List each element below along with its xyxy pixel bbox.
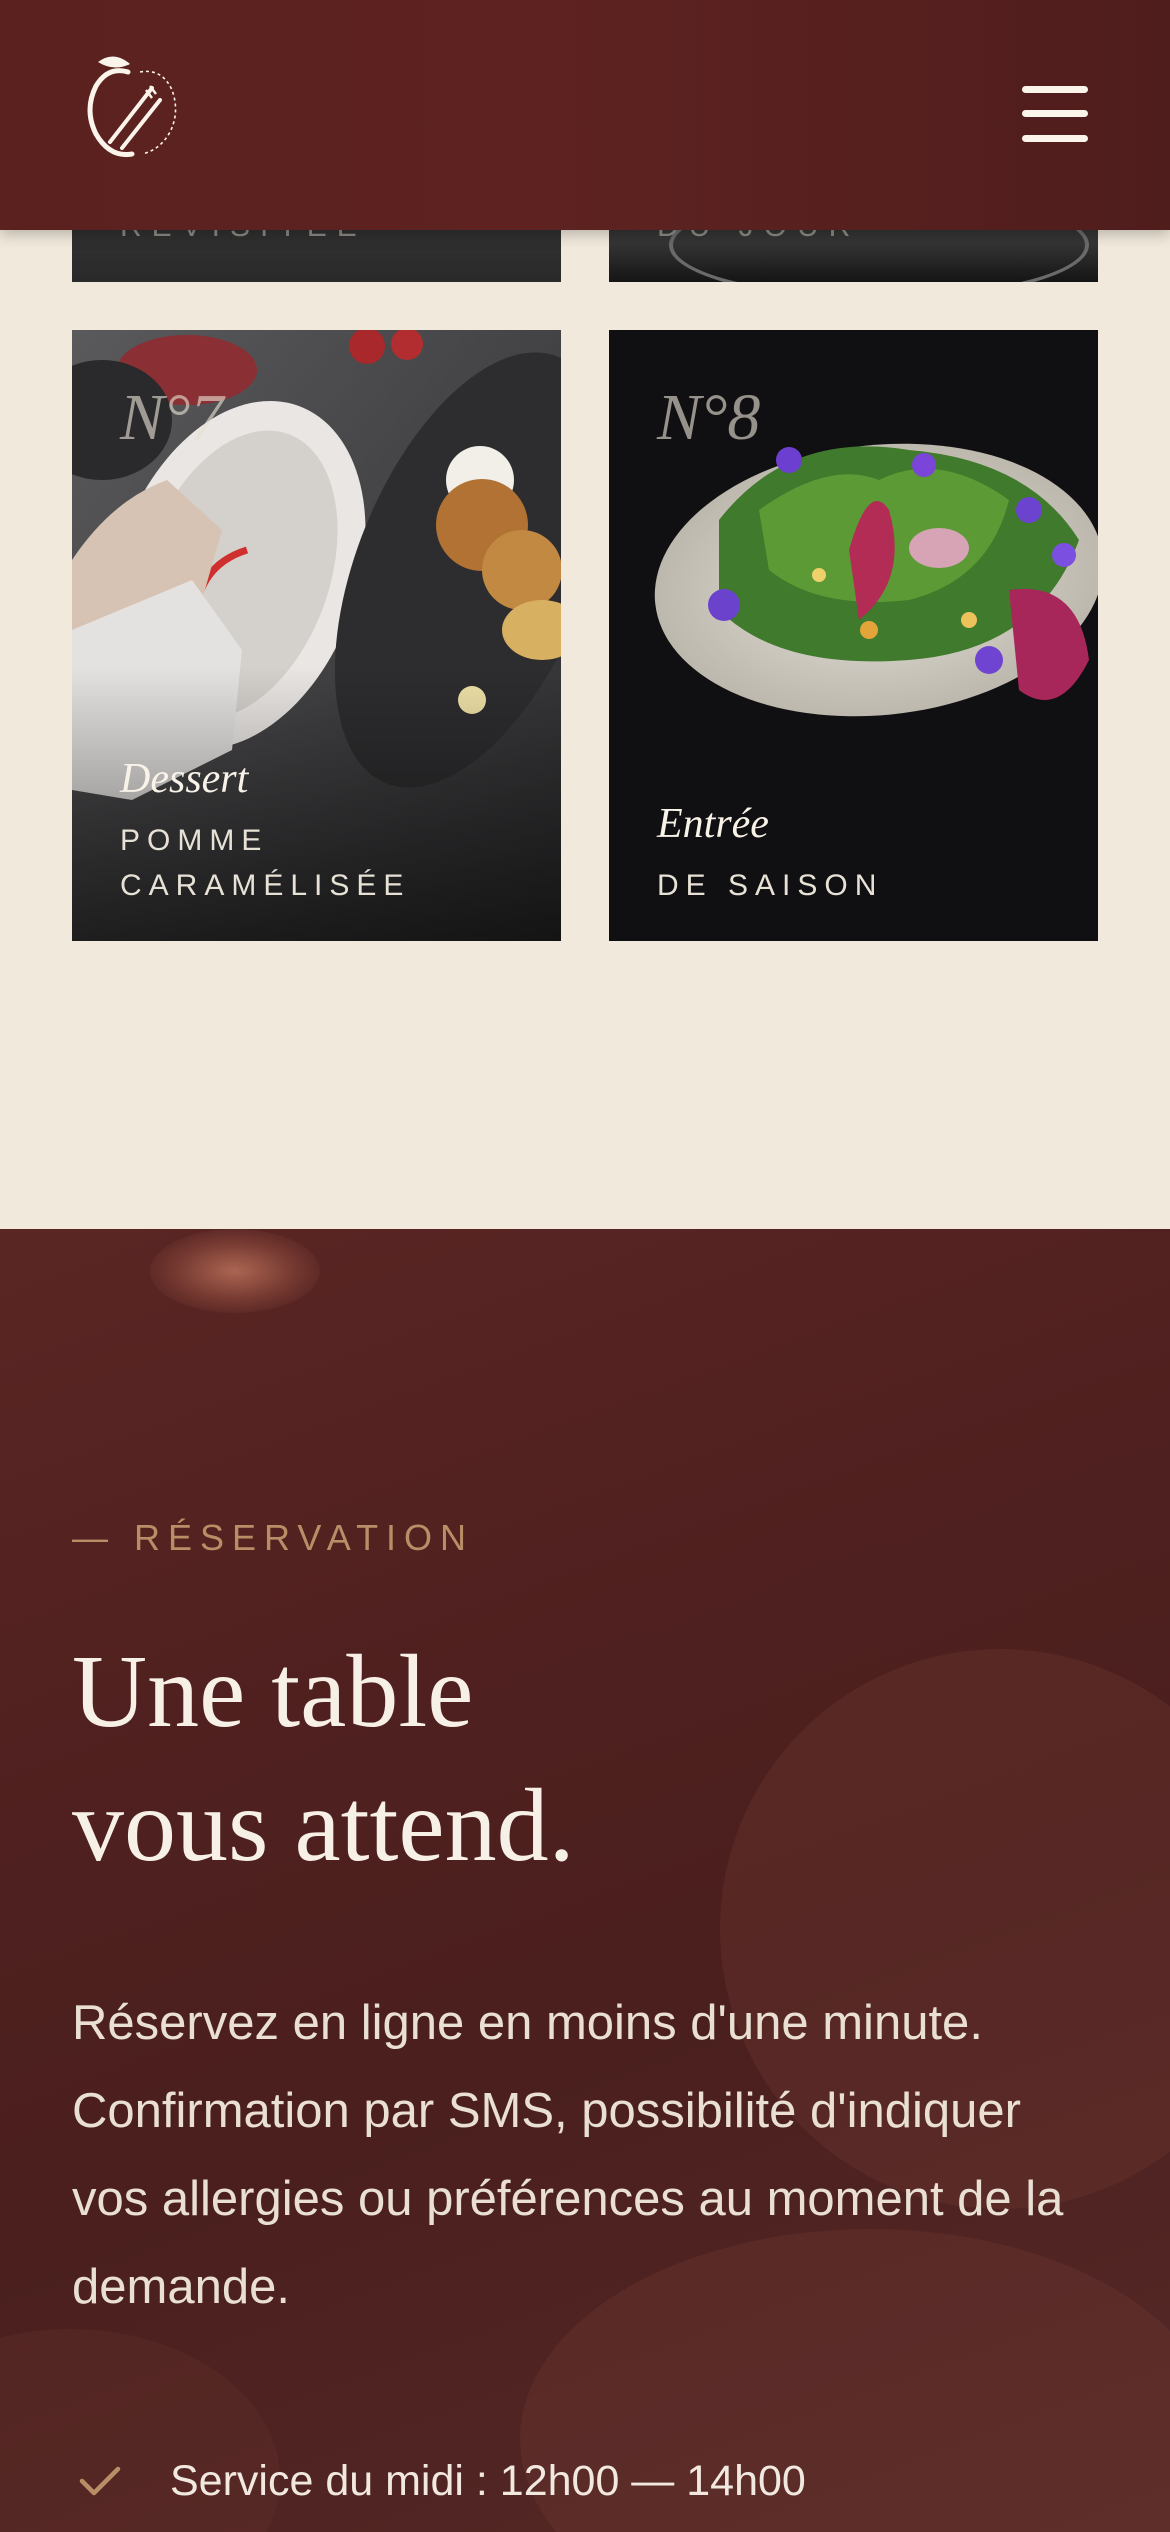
- section-title-line-2: vous attend.: [72, 1768, 575, 1883]
- dish-card-7[interactable]: N°7 Dessert POMME CARAMÉLISÉE: [72, 330, 561, 941]
- hamburger-menu-icon[interactable]: [1022, 86, 1088, 142]
- dish-category: Entrée: [657, 801, 769, 847]
- dish-card-8[interactable]: N°8 Entrée DE SAISON: [609, 330, 1098, 941]
- dish-number: N°8: [657, 381, 761, 454]
- section-title-line-1: Une table: [72, 1634, 474, 1749]
- apple-cutlery-logo-icon[interactable]: [78, 50, 190, 162]
- dish-number: N°7: [120, 381, 224, 454]
- reservation-section: — RÉSERVATION Une table vous attend. Rés…: [0, 1229, 1170, 2532]
- site-header: [0, 0, 1170, 230]
- service-hours-text: Service du midi : 12h00 — 14h00: [170, 2457, 806, 2505]
- dish-name: POMME CARAMÉLISÉE: [120, 824, 411, 902]
- check-icon: [79, 2466, 121, 2496]
- section-title: Une table vous attend.: [72, 1625, 575, 1893]
- dish-category: Dessert: [120, 756, 249, 802]
- reservation-description: Réservez en ligne en moins d'une minute.…: [72, 1996, 1064, 2314]
- section-eyebrow: — RÉSERVATION: [72, 1517, 475, 1558]
- background-light: [150, 1229, 320, 1313]
- dish-name: DE SAISON: [657, 869, 884, 902]
